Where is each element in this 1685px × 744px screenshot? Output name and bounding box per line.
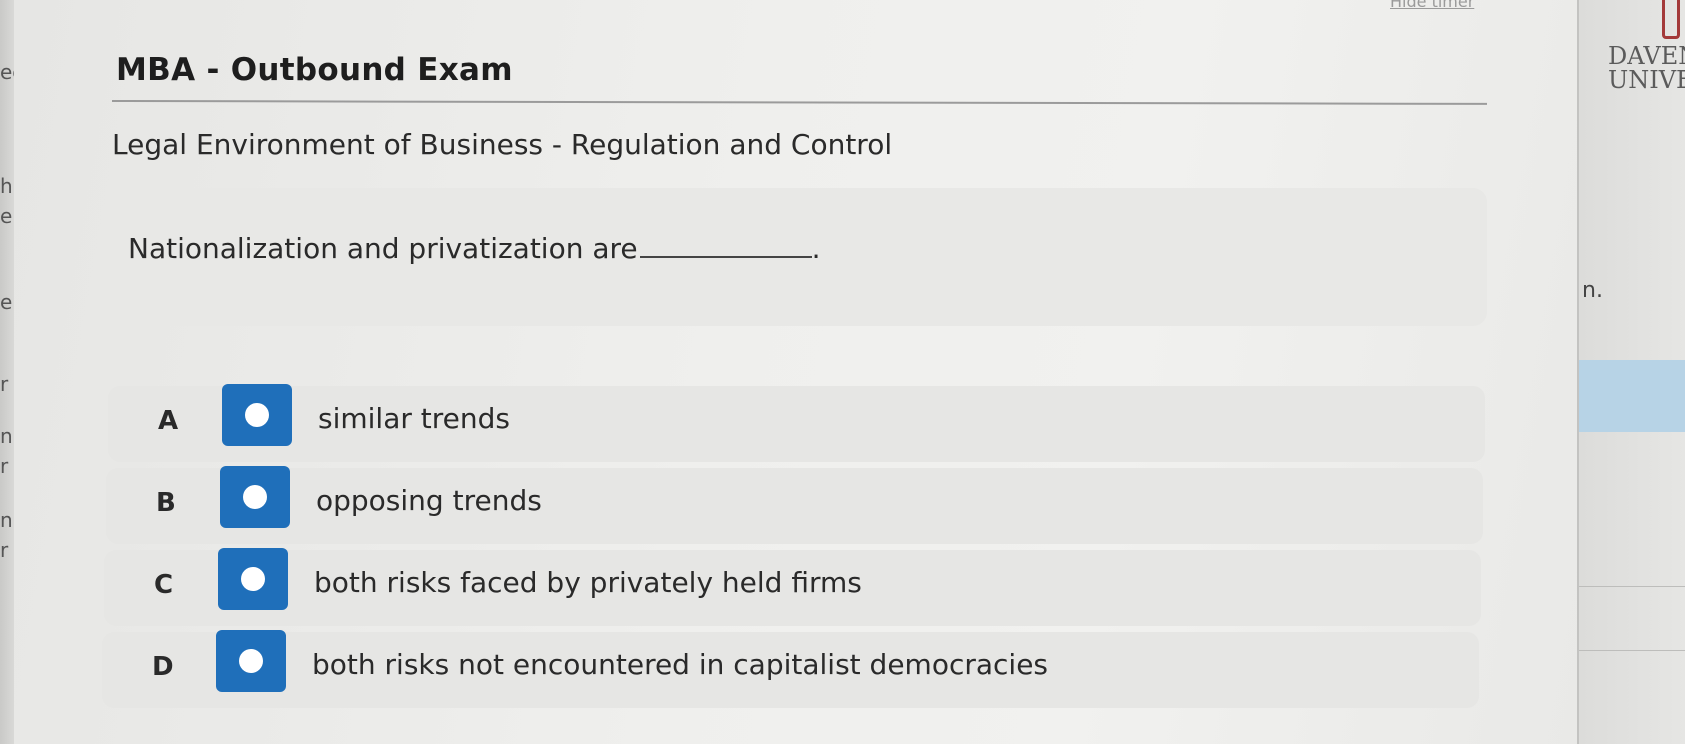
radio-dot-icon	[239, 649, 263, 673]
section-subtitle: Legal Environment of Business - Regulati…	[112, 128, 893, 161]
logo-line-1: DAVEN	[1608, 42, 1685, 70]
option-text: both risks not encountered in capitalist…	[312, 648, 1049, 681]
university-logo-text: DAVEN UNIVE	[1608, 44, 1685, 92]
answer-blank	[639, 232, 812, 258]
radio-dot-icon	[245, 403, 269, 427]
question-end: .	[811, 232, 821, 265]
right-fragment: n.	[1582, 278, 1603, 303]
logo-line-2: UNIVE	[1608, 66, 1685, 94]
option-radio-button[interactable]	[220, 466, 290, 528]
right-divider	[1579, 650, 1685, 651]
left-fragment: r	[0, 454, 9, 478]
option-letter: B	[156, 488, 176, 518]
question-text: Nationalization and privatization are.	[128, 232, 821, 265]
left-fragment: n	[0, 508, 13, 532]
hide-timer-link[interactable]: Hide timer	[1390, 0, 1474, 11]
right-highlight-bar	[1579, 360, 1685, 432]
exam-title: MBA - Outbound Exam	[116, 52, 513, 88]
answer-option-a[interactable]: A similar trends	[108, 384, 1485, 462]
answer-option-d[interactable]: D both risks not encountered in capitali…	[102, 630, 1479, 708]
option-text: opposing trends	[316, 484, 542, 517]
radio-dot-icon	[243, 485, 267, 509]
option-radio-button[interactable]	[216, 630, 286, 692]
university-logo-icon	[1662, 0, 1680, 39]
option-text: both risks faced by privately held firms	[314, 566, 862, 599]
left-fragment: h	[0, 174, 13, 198]
answer-option-c[interactable]: C both risks faced by privately held fir…	[104, 548, 1481, 626]
answer-option-b[interactable]: B opposing trends	[106, 466, 1483, 544]
right-divider	[1579, 586, 1685, 587]
option-radio-button[interactable]	[218, 548, 288, 610]
option-letter: A	[158, 406, 179, 436]
left-fragment: r	[0, 538, 9, 562]
left-fragment: r	[0, 372, 9, 396]
left-fragment: n	[0, 424, 13, 448]
option-letter: D	[152, 652, 174, 682]
option-letter: C	[154, 570, 174, 600]
option-radio-button[interactable]	[222, 384, 292, 446]
radio-dot-icon	[241, 567, 265, 591]
option-text: similar trends	[318, 402, 510, 435]
question-stem: Nationalization and privatization are	[128, 232, 638, 265]
